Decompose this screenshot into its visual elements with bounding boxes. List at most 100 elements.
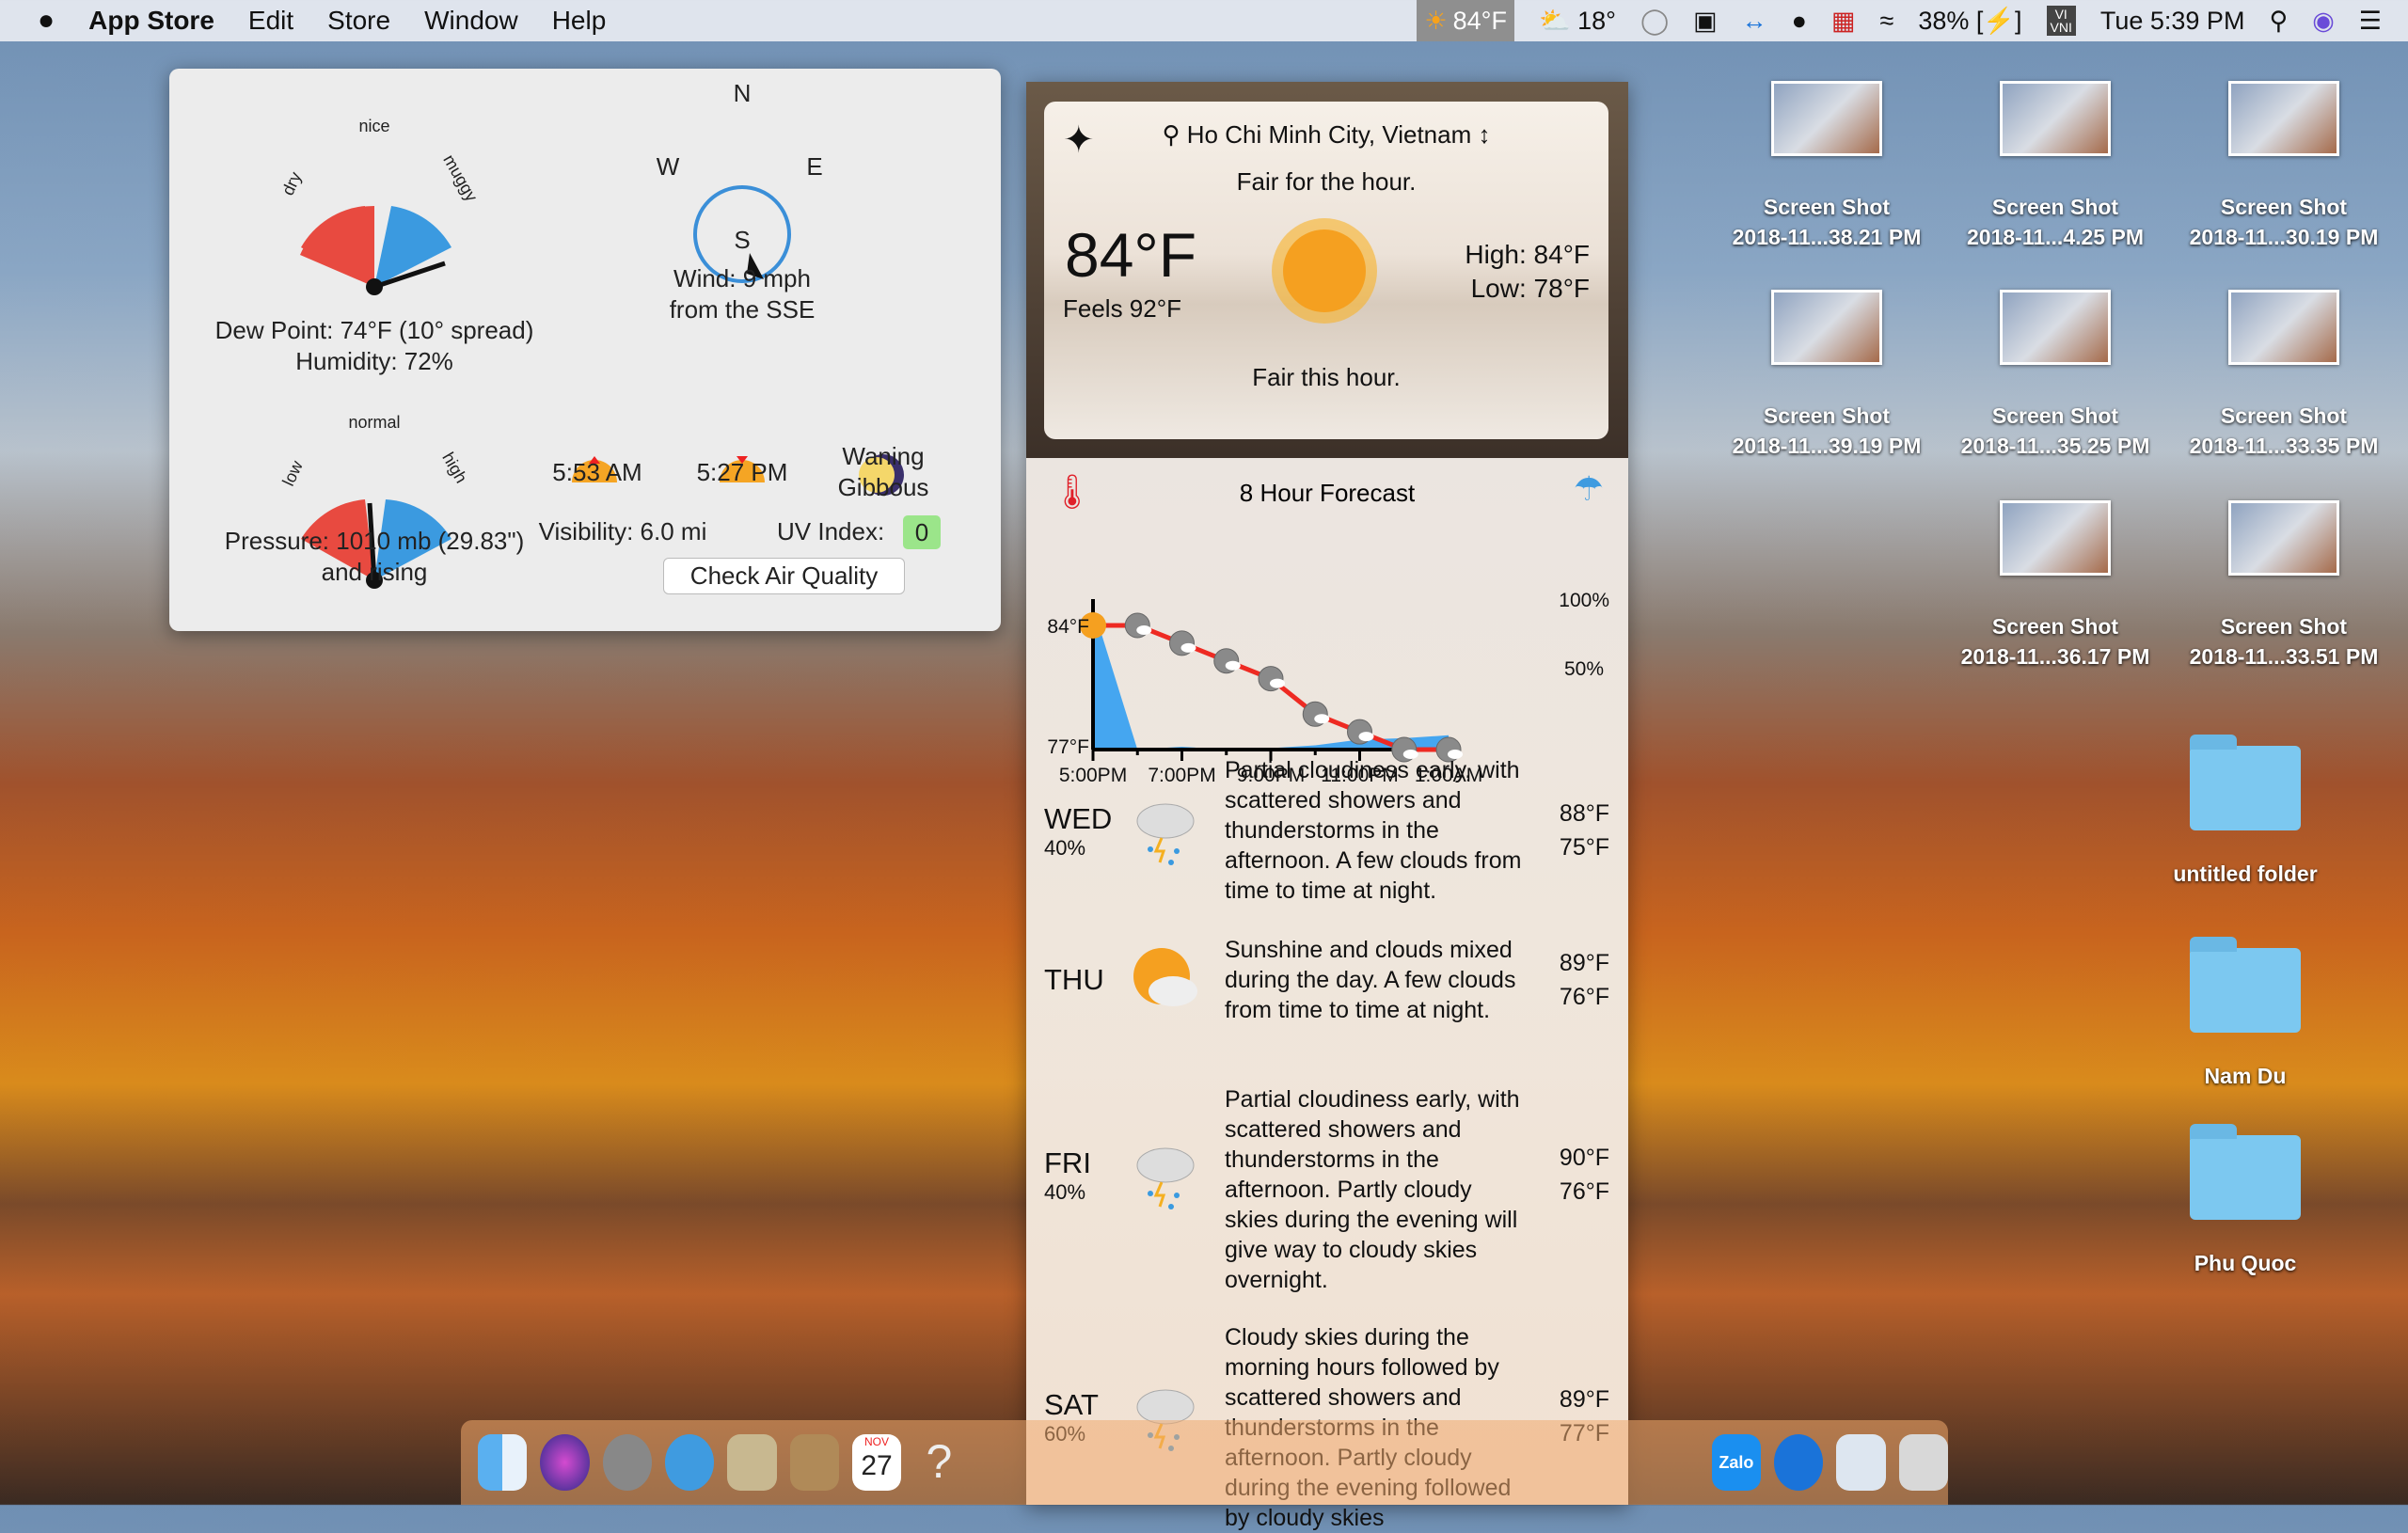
notification-center-icon[interactable]: ☰ [2359,7,2382,36]
dew-point-text: Dew Point: 74°F (10° spread) [214,316,534,344]
help-icon[interactable]: ? [914,1434,963,1491]
battery-menu[interactable]: 38% [⚡] [1918,6,2021,36]
wifi-icon[interactable]: ≈ [1880,7,1894,36]
location-pin-icon: ⚲ [1162,120,1187,149]
folder-icon[interactable] [2190,937,2301,1033]
x-tick-label: 7:00PM [1148,765,1215,786]
dew-point-gauge [300,206,452,295]
folder-icon[interactable] [2190,1124,2301,1220]
screenshot-thumbnail[interactable] [2228,290,2339,365]
desktop-file-label[interactable]: Screen Shot 2018-11...30.19 PM [2162,192,2406,252]
spotlight-search-icon[interactable]: ⚲ [2269,7,2288,36]
zalo-icon[interactable]: Zalo [1711,1434,1762,1491]
pressure-text: Pressure: 1010 mb (29.83") [224,527,525,555]
moon-phase-line1: Waning [842,442,925,470]
screenshot-thumbnail[interactable] [2000,290,2111,365]
forecast-temps: 90°F 76°F [1560,1141,1609,1209]
hour-summary: Fair for the hour. [1236,167,1417,196]
screenshot-thumbnail[interactable] [2228,81,2339,156]
battery-charging-icon: [⚡] [1975,7,2022,35]
screenshot-thumbnail[interactable] [1771,290,1882,365]
forecast-day: WED [1044,802,1113,835]
folder-icon[interactable] [2190,735,2301,830]
desktop-file-label[interactable]: Screen Shot 2018-11...4.25 PM [1933,192,2178,252]
shield-icon[interactable]: ▣ [1693,7,1718,36]
screenshot-thumbnail[interactable] [1771,81,1882,156]
screenshot-thumbnail[interactable] [2000,500,2111,576]
teamviewer-dock-icon[interactable] [1774,1434,1824,1491]
screenshot-thumbnail[interactable] [2228,500,2339,576]
feels-like: Feels 92°F [1063,294,1182,323]
mail-icon[interactable] [727,1434,777,1491]
compass-e: E [806,152,823,181]
compass-w: W [656,152,680,181]
forecast-day: FRI [1044,1146,1091,1179]
desktop-file-label[interactable]: Screen Shot 2018-11...38.21 PM [1704,192,1949,252]
calendar-day: 27 [861,1450,893,1481]
low-label: Low: [1470,274,1527,303]
cloud-point-icon [1270,678,1285,688]
launchpad-icon[interactable] [602,1434,652,1491]
folder-label[interactable]: Nam Du [2123,1061,2368,1091]
safari-icon[interactable] [664,1434,715,1491]
screenshot-thumbnail[interactable] [2000,81,2111,156]
y-tick-label: 77°F [1047,736,1089,758]
sun-icon: ☀ [1424,6,1448,35]
toolbox-icon[interactable]: ▦ [1831,7,1856,36]
desktop-file-label[interactable]: Screen Shot 2018-11...33.35 PM [2162,401,2406,461]
high-temp: 84°F [1533,240,1590,269]
weather-secondary-menu-extra[interactable]: ⛅ 18° [1539,6,1616,36]
pressure-trend-text: and rising [321,558,428,586]
forecast-temps: 89°F 76°F [1560,946,1609,1014]
compass-s: S [734,226,751,254]
pressure-label-normal: normal [348,413,401,432]
clock[interactable]: Tue 5:39 PM [2100,7,2245,36]
desktop-file-label[interactable]: Screen Shot 2018-11...35.25 PM [1933,401,2178,461]
weather-panel: ✦ ⚲ Ho Chi Minh City, Vietnam ↕ Fair for… [1026,82,1628,1531]
location-selector[interactable]: ⚲ Ho Chi Minh City, Vietnam ↕ [1044,120,1608,150]
menu-help[interactable]: Help [552,6,607,36]
high-label: High: [1465,240,1527,269]
visibility-text: Visibility: 6.0 mi [538,517,707,545]
forecast-description: Sunshine and clouds mixed during the day… [1225,937,1516,1023]
menu-window[interactable]: Window [424,6,518,36]
forecast-low: 76°F [1559,1178,1609,1205]
secondary-temp: 18° [1577,7,1616,35]
calendar-month: NOV [864,1435,890,1448]
finder-icon[interactable] [478,1434,528,1491]
menu-app-store[interactable]: App Store [88,6,214,36]
sunset-time: 5:27 PM [696,458,788,486]
contacts-icon[interactable] [789,1434,839,1491]
forecast-low: 75°F [1559,834,1609,861]
forecast-high: 89°F [1559,1386,1609,1413]
folder-label[interactable]: Phu Quoc [2123,1248,2368,1278]
creative-cloud-icon[interactable]: ◯ [1640,7,1669,36]
weather-menu-extra[interactable]: ☀ 84°F [1417,0,1514,41]
folder-label[interactable]: untitled folder [2123,859,2368,889]
input-method-icon[interactable]: VI VNI [2046,6,2076,36]
downloads-stack-icon[interactable] [1836,1434,1886,1491]
calendar-icon[interactable]: NOV 27 [851,1434,902,1491]
location-name: Ho Chi Minh City, Vietnam [1186,120,1472,149]
wind-direction-text: from the SSE [669,295,816,324]
dock: NOV 27 ? Zalo [461,1420,1948,1505]
desktop-file-label[interactable]: Screen Shot 2018-11...33.51 PM [2162,611,2406,672]
desktop-file-label[interactable]: Screen Shot 2018-11...36.17 PM [1933,611,2178,672]
check-air-quality-button[interactable]: Check Air Quality [663,558,905,594]
siri-icon[interactable]: ◉ [2312,7,2335,36]
apple-menu-icon[interactable]: ● [38,5,55,37]
pin-icon[interactable]: ● [1792,7,1807,36]
high-low: High: 84°F Low: 78°F [1465,238,1590,306]
y-tick-label: 84°F [1047,616,1089,638]
siri-dock-icon[interactable] [540,1434,590,1491]
teamviewer-icon[interactable]: ↔ [1742,7,1767,36]
menu-edit[interactable]: Edit [248,6,293,36]
menu-store[interactable]: Store [327,6,390,36]
uv-index-label: UV Index: [777,517,885,545]
trash-icon[interactable] [1898,1434,1948,1491]
cloud-point-icon [1358,732,1374,742]
current-conditions-card: ✦ ⚲ Ho Chi Minh City, Vietnam ↕ Fair for… [1044,102,1608,439]
forecast-low: 76°F [1559,984,1609,1010]
desktop-file-label[interactable]: Screen Shot 2018-11...39.19 PM [1704,401,1949,461]
thunderstorm-icon [1136,1147,1195,1209]
